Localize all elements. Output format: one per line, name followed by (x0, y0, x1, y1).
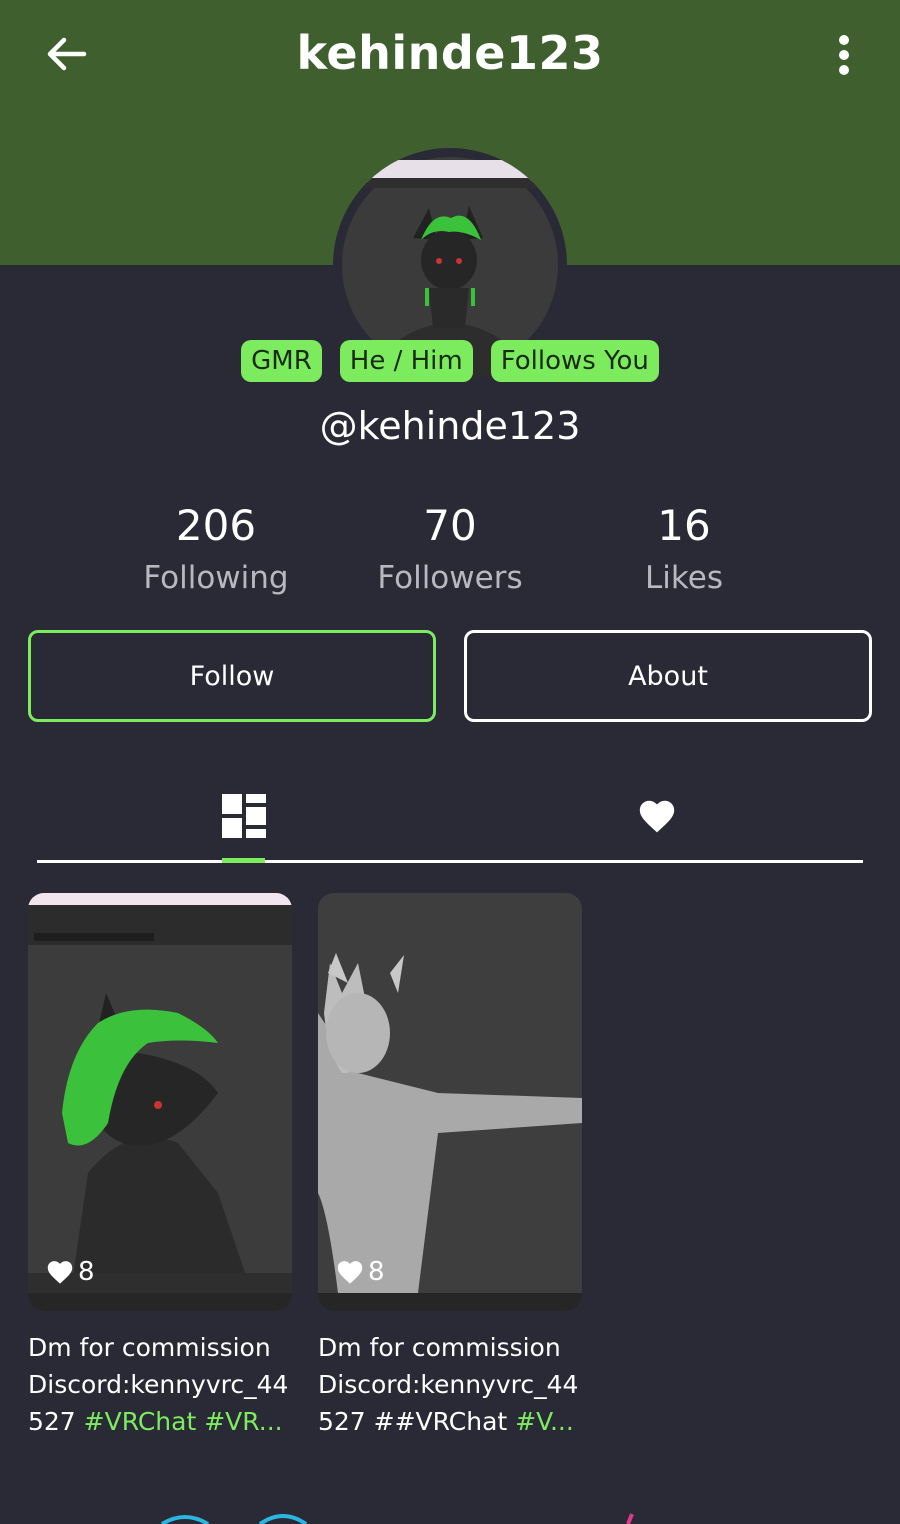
caption-line: 527 ##VRChat #V... (318, 1403, 593, 1440)
caption-hashtags[interactable]: #VRChat #VR... (84, 1407, 283, 1436)
caption-line: Discord:kennyvrc_44 (28, 1370, 289, 1399)
caption-line: Discord:kennyvrc_44 (318, 1370, 579, 1399)
caption-line: 527 #VRChat #VR... (28, 1403, 303, 1440)
follow-button[interactable]: Follow (28, 630, 436, 722)
grid-icon (221, 794, 266, 838)
stat-likes-value: 16 (657, 501, 711, 550)
heart-icon (639, 800, 675, 833)
caption-text: 527 (28, 1407, 84, 1436)
stat-following-value: 206 (175, 501, 257, 550)
tabs-divider (37, 860, 863, 863)
stat-followers-value: 70 (423, 501, 477, 550)
stat-followers-label: Followers (377, 560, 523, 596)
badge-pronouns: He / Him (339, 340, 473, 382)
post-caption: Dm for commission Discord:kennyvrc_44 52… (28, 1329, 303, 1440)
more-options-button[interactable] (824, 30, 864, 80)
tab-liked[interactable] (607, 770, 707, 862)
tab-posts[interactable] (197, 770, 290, 862)
post-likes-count: 8 (368, 1257, 385, 1287)
caption-hashtags[interactable]: #V... (515, 1407, 574, 1436)
post-image (318, 893, 582, 1311)
heart-icon (337, 1261, 363, 1284)
about-button[interactable]: About (464, 630, 872, 722)
post-card[interactable]: 8 Dm for commission Discord:kennyvrc_44 … (318, 893, 582, 1440)
stat-following-label: Following (143, 560, 289, 596)
post-likes: 8 (46, 1257, 95, 1287)
content-tabs (37, 770, 863, 865)
post-caption: Dm for commission Discord:kennyvrc_44 52… (318, 1329, 593, 1440)
active-tab-indicator (222, 858, 265, 863)
more-vertical-icon (839, 35, 849, 75)
heart-icon (47, 1261, 73, 1284)
stat-likes: 16 Likes (564, 500, 804, 604)
badge-follows-you: Follows You (490, 340, 659, 382)
post-card[interactable]: 8 Dm for commission Discord:kennyvrc_44 … (28, 893, 292, 1440)
caption-line: Dm for commission (318, 1333, 561, 1362)
user-handle: @kehinde123 (319, 404, 581, 448)
profile-stats: 206 Following 70 Followers 16 Likes (0, 500, 900, 610)
caption-text: 527 ##VRChat (318, 1407, 516, 1436)
stat-likes-label: Likes (645, 560, 723, 596)
caption-line: Dm for commission (28, 1333, 271, 1362)
stat-following[interactable]: 206 Following (96, 500, 336, 604)
page-title: kehinde123 (296, 26, 604, 80)
post-likes: 8 (336, 1257, 385, 1287)
post-thumbnail: 8 (318, 893, 582, 1311)
bottom-decoration (160, 1513, 634, 1524)
profile-badges: GMR He / Him Follows You (0, 340, 900, 382)
post-thumbnail: 8 (28, 893, 292, 1311)
stat-followers[interactable]: 70 Followers (330, 500, 570, 604)
post-image (28, 893, 292, 1311)
badge-gmr: GMR (241, 340, 322, 382)
post-likes-count: 8 (78, 1257, 95, 1287)
